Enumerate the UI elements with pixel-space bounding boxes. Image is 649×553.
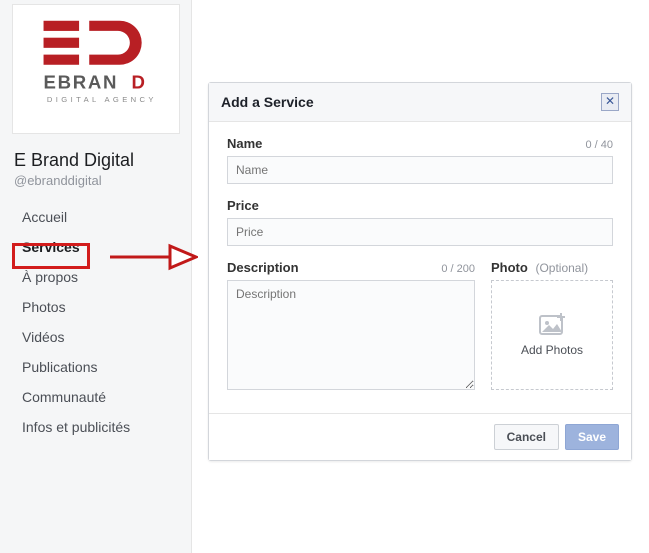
close-icon: ✕: [605, 94, 615, 108]
sidebar-item-photos[interactable]: Photos: [0, 292, 191, 322]
svg-text:DIGITAL AGENCY: DIGITAL AGENCY: [47, 95, 157, 104]
svg-text:D: D: [132, 71, 145, 92]
field-description: Description 0 / 200: [227, 260, 475, 393]
page-logo[interactable]: EBRAN D DIGITAL AGENCY: [12, 4, 180, 134]
sidebar: EBRAN D DIGITAL AGENCY E Brand Digital @…: [0, 0, 192, 553]
name-label: Name: [227, 136, 262, 151]
cancel-button[interactable]: Cancel: [494, 424, 559, 450]
description-input[interactable]: [227, 280, 475, 390]
add-photos-dropzone[interactable]: Add Photos: [491, 280, 613, 390]
dialog-footer: Cancel Save: [209, 413, 631, 460]
sidebar-item-infos[interactable]: Infos et publicités: [0, 412, 191, 442]
sidebar-item-videos[interactable]: Vidéos: [0, 322, 191, 352]
add-photos-label: Add Photos: [521, 343, 583, 357]
description-label: Description: [227, 260, 299, 275]
field-name: Name 0 / 40: [227, 136, 613, 184]
page-handle: @ebranddigital: [0, 171, 191, 202]
svg-text:EBRAN: EBRAN: [44, 71, 119, 92]
field-price: Price: [227, 198, 613, 246]
dialog-body: Name 0 / 40 Price Description 0 / 200: [209, 122, 631, 413]
sidebar-item-communaute[interactable]: Communauté: [0, 382, 191, 412]
photo-icon: [539, 313, 565, 335]
dialog-header: Add a Service ✕: [209, 83, 631, 122]
page-title: E Brand Digital: [0, 146, 191, 171]
description-photo-row: Description 0 / 200 Photo (Optional): [227, 260, 613, 407]
ebrand-logo-icon: EBRAN D DIGITAL AGENCY: [26, 14, 166, 124]
add-service-dialog: Add a Service ✕ Name 0 / 40 Price Descri…: [208, 82, 632, 461]
name-input[interactable]: [227, 156, 613, 184]
save-button[interactable]: Save: [565, 424, 619, 450]
field-photo: Photo (Optional) Add Photos: [491, 260, 613, 393]
sidebar-item-accueil[interactable]: Accueil: [0, 202, 191, 232]
close-button[interactable]: ✕: [601, 93, 619, 111]
sidebar-item-services[interactable]: Services: [0, 232, 191, 262]
name-counter: 0 / 40: [585, 139, 613, 151]
price-label: Price: [227, 198, 259, 213]
price-input[interactable]: [227, 218, 613, 246]
sidebar-item-publications[interactable]: Publications: [0, 352, 191, 382]
dialog-title: Add a Service: [221, 94, 314, 110]
description-counter: 0 / 200: [441, 263, 475, 275]
sidebar-nav: Accueil Services À propos Photos Vidéos …: [0, 202, 191, 442]
photo-label: Photo (Optional): [491, 260, 588, 275]
sidebar-item-apropos[interactable]: À propos: [0, 262, 191, 292]
photo-optional: (Optional): [535, 261, 588, 275]
